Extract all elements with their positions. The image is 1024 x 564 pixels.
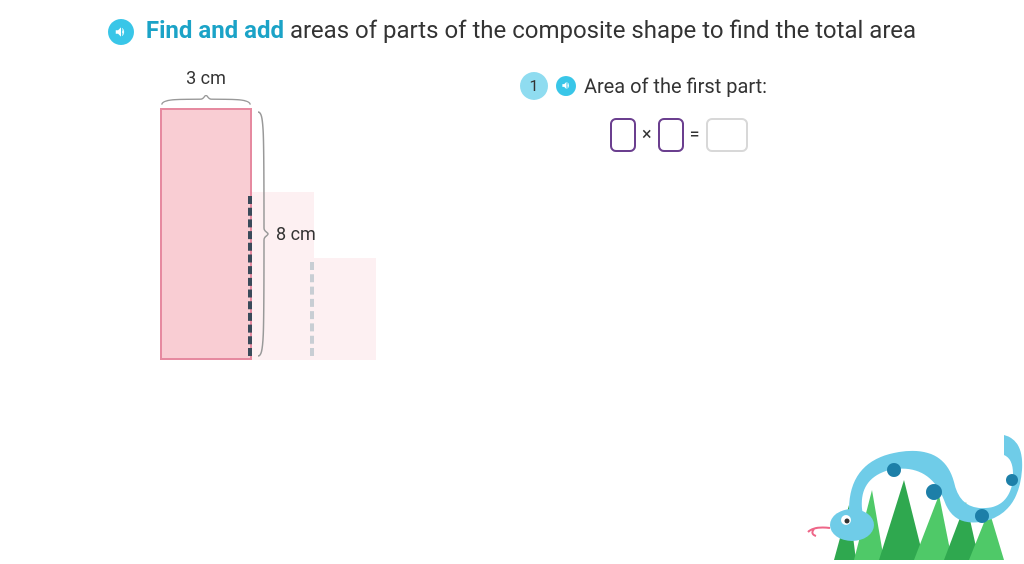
width-label: 3 cm [160,68,252,89]
instruction-rest: areas of parts of the composite shape to… [284,16,916,44]
factor-2-input[interactable] [658,118,684,152]
brace-icon [160,92,252,104]
equation: × = [610,118,964,152]
question-prompt: Area of the first part: [584,74,767,98]
multiply-operator: × [642,124,652,145]
result-input[interactable] [706,118,748,152]
equals-operator: = [690,124,700,145]
question-row: 1 Area of the first part: [520,72,964,100]
brace-icon [256,110,270,358]
instruction-emphasis: Find and add [146,16,284,44]
dashed-line-2 [310,262,314,356]
composite-shape: 3 cm 8 cm [120,68,480,428]
shape-part-3 [314,258,376,360]
snake-mascot [794,410,1024,560]
content-area: 3 cm 8 cm 1 Area of the first part: × = [0,48,1024,428]
dashed-line-1 [248,196,252,356]
step-number-badge: 1 [520,72,548,100]
factor-1-input[interactable] [610,118,636,152]
instruction-header: Find and add areas of parts of the compo… [0,0,1024,48]
question-panel: 1 Area of the first part: × = [480,68,964,428]
speaker-icon[interactable] [556,76,576,96]
speaker-icon[interactable] [108,19,134,45]
shape-part-1 [160,108,252,360]
height-label: 8 cm [276,224,316,245]
